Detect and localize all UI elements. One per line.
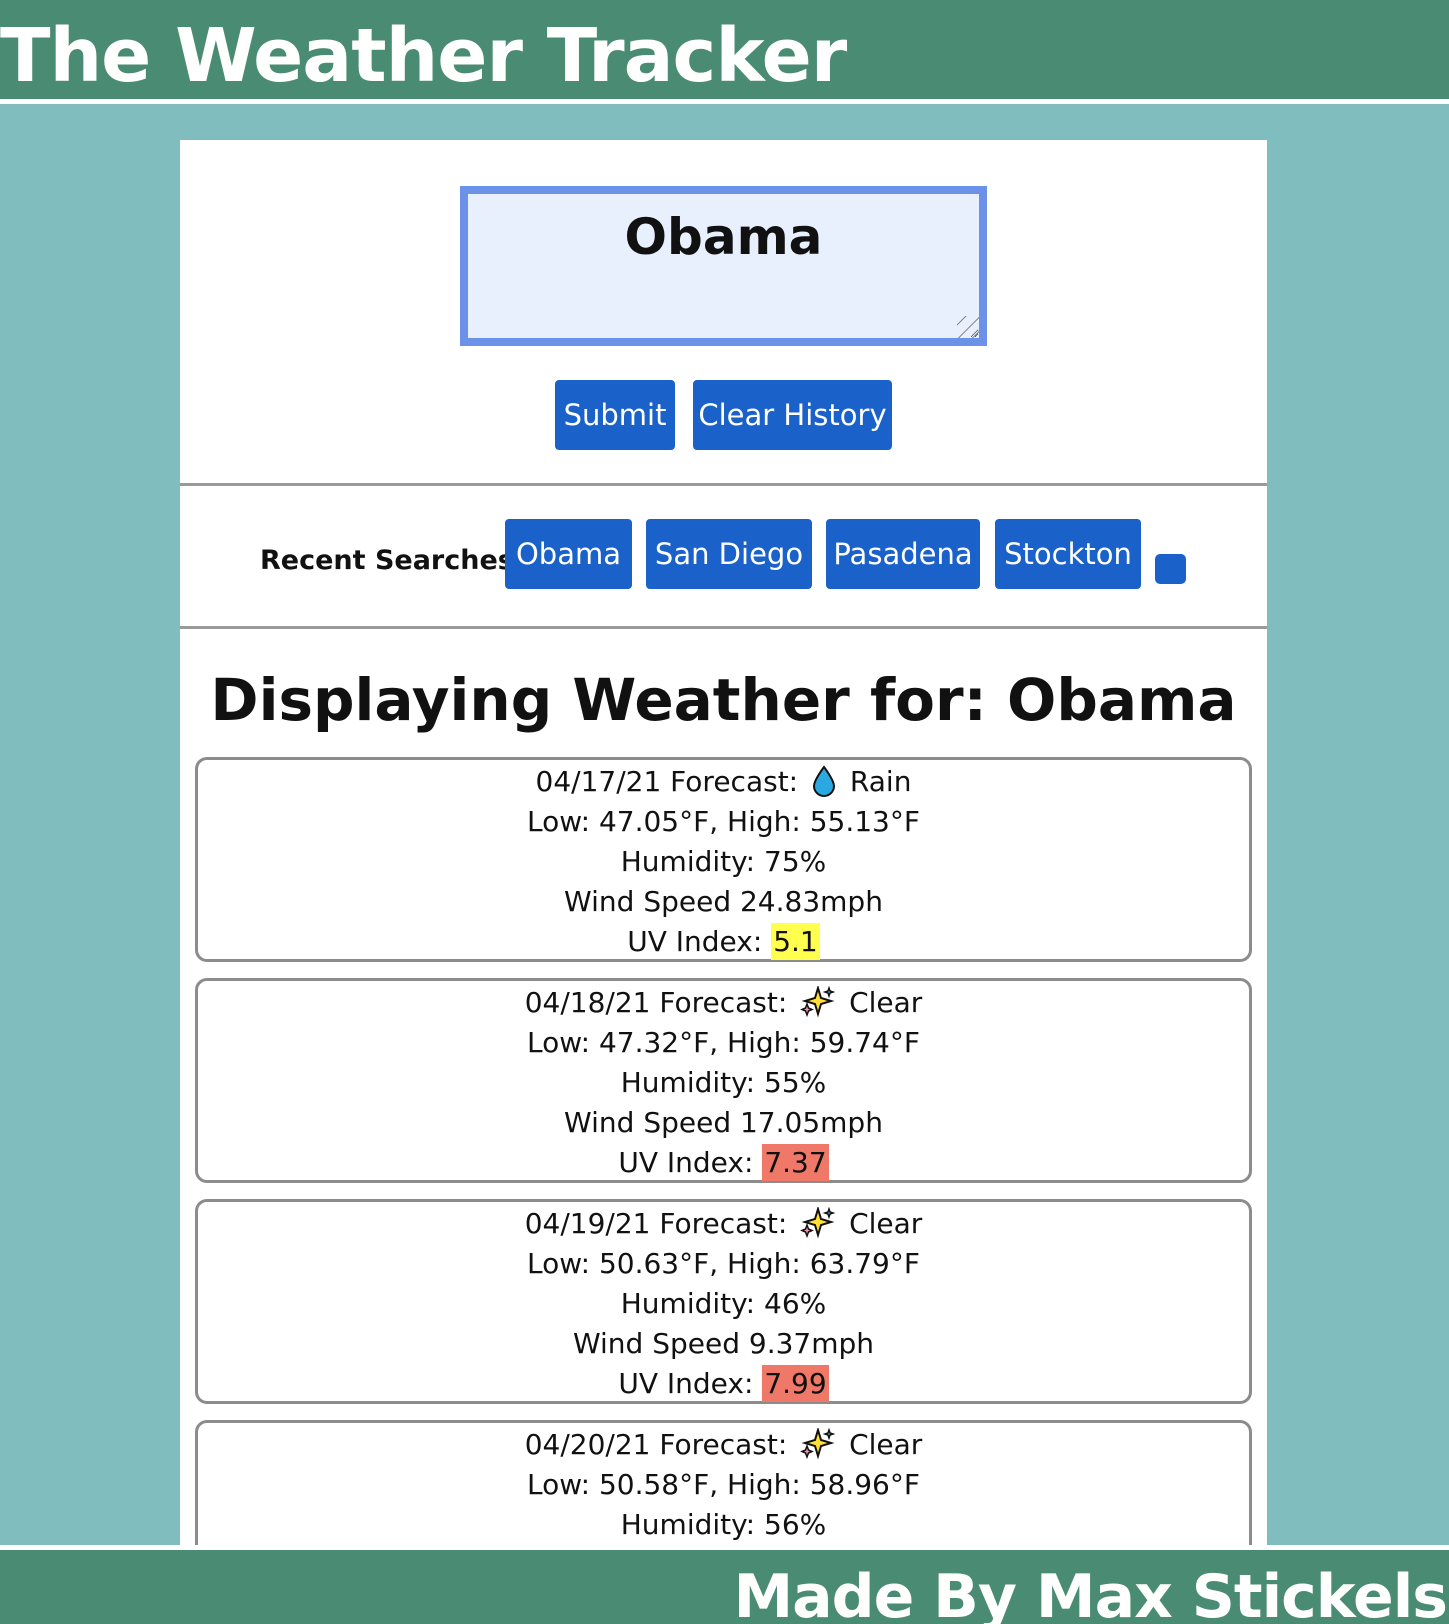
resize-handle[interactable]: [957, 316, 979, 338]
clear-history-button[interactable]: Clear History: [693, 380, 892, 450]
forecast-date: 04/18/21 Forecast:: [524, 986, 788, 1019]
forecast-wind: Wind Speed 17.05mph: [564, 1106, 883, 1139]
page-header: The Weather Tracker: [0, 0, 1449, 104]
page-footer: Made By Max Stickels: [0, 1545, 1449, 1624]
forecast-wind: Wind Speed 24.83mph: [564, 885, 883, 918]
sparkles-icon: [800, 1207, 836, 1239]
submit-button[interactable]: Submit: [555, 380, 675, 450]
forecast-card: 04/18/21 Forecast: Clear Low: 47.32°F, H…: [195, 978, 1252, 1183]
display-heading: Displaying Weather for: Obama: [210, 666, 1237, 734]
forecast-humidity: Humidity: 75%: [620, 845, 827, 878]
forecast-uv-line: UV Index: 5.1: [198, 922, 1249, 962]
forecast-uv-line: UV Index: 7.37: [198, 1143, 1249, 1183]
forecast-condition: Rain: [849, 765, 912, 798]
uv-index-badge: 5.1: [771, 923, 820, 960]
recent-search-button[interactable]: Pasadena: [826, 519, 980, 589]
forecast-date: 04/20/21 Forecast:: [524, 1428, 788, 1461]
forecast-date-line: 04/18/21 Forecast: Clear: [198, 983, 1249, 1023]
uv-index-badge: 7.37: [762, 1144, 829, 1181]
forecast-date-line: 04/20/21 Forecast: Clear: [198, 1425, 1249, 1465]
forecast-card: 04/17/21 Forecast: Rain Low: 47.05°F, Hi…: [195, 757, 1252, 962]
search-section: Submit Clear History: [180, 140, 1267, 486]
uv-label: UV Index:: [618, 1146, 754, 1179]
recent-search-button[interactable]: San Diego: [646, 519, 812, 589]
uv-index-badge: 7.99: [762, 1365, 829, 1402]
forecast-condition: Clear: [849, 1207, 923, 1240]
forecast-humidity: Humidity: 55%: [620, 1066, 827, 1099]
app-title: The Weather Tracker: [0, 13, 847, 99]
forecast-card: 04/20/21 Forecast: Clear Low: 50.58°F, H…: [195, 1420, 1252, 1545]
forecast-temps: Low: 47.32°F, High: 59.74°F: [527, 1026, 920, 1059]
forecast-temps: Low: 50.63°F, High: 63.79°F: [527, 1247, 920, 1280]
forecast-condition: Clear: [849, 986, 923, 1019]
forecast-humidity: Humidity: 46%: [620, 1287, 827, 1320]
forecast-temps: Low: 47.05°F, High: 55.13°F: [527, 805, 920, 838]
forecast-date-line: 04/17/21 Forecast: Rain: [198, 762, 1249, 802]
forecast-date: 04/19/21 Forecast:: [524, 1207, 788, 1240]
forecast-temps: Low: 50.58°F, High: 58.96°F: [527, 1468, 920, 1501]
forecast-date: 04/17/21 Forecast:: [535, 765, 799, 798]
forecast-humidity: Humidity: 56%: [620, 1508, 827, 1541]
forecast-wind: Wind Speed 9.37mph: [572, 1327, 875, 1360]
footer-credit: Made By Max Stickels: [733, 1562, 1448, 1624]
forecast-condition: Clear: [849, 1428, 923, 1461]
uv-label: UV Index:: [627, 925, 763, 958]
city-search-input[interactable]: [460, 186, 987, 346]
main-panel: Submit Clear History Recent Searches: Ob…: [180, 140, 1267, 1545]
recent-searches-label: Recent Searches:: [260, 545, 525, 576]
recent-searches-section: Recent Searches: Obama San Diego Pasaden…: [180, 486, 1267, 629]
forecast-card: 04/19/21 Forecast: Clear Low: 50.63°F, H…: [195, 1199, 1252, 1404]
forecast-uv-line: UV Index: 7.99: [198, 1364, 1249, 1404]
sparkles-icon: [800, 986, 836, 1018]
recent-search-button[interactable]: Stockton: [995, 519, 1141, 589]
empty-recent-search-button[interactable]: [1155, 554, 1186, 584]
recent-search-button[interactable]: Obama: [505, 519, 632, 589]
uv-label: UV Index:: [618, 1367, 754, 1400]
forecast-date-line: 04/19/21 Forecast: Clear: [198, 1204, 1249, 1244]
droplet-icon: [813, 765, 836, 797]
sparkles-icon: [800, 1428, 836, 1460]
